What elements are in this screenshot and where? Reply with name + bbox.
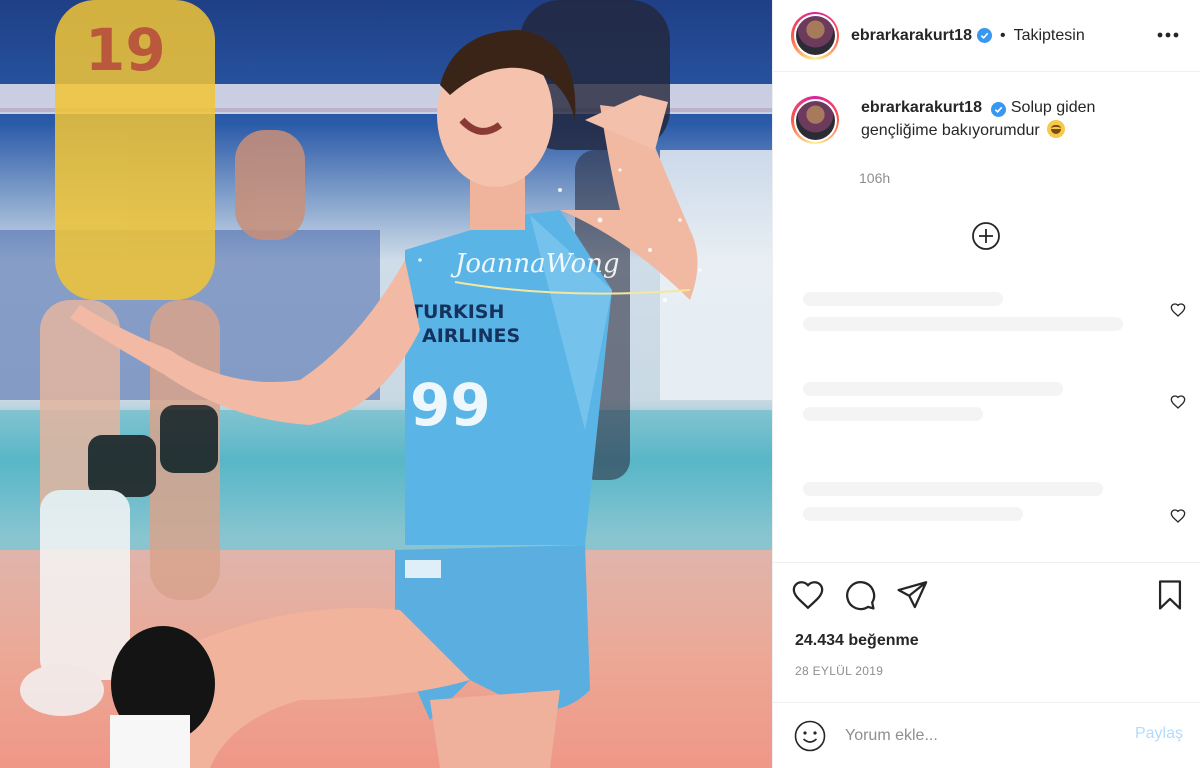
grinning-sweat-emoji-icon [1047, 120, 1066, 138]
instagram-post: 19 TURKISH AIRLINES 99 JoannaWong ebrark… [0, 0, 1200, 768]
jersey-number: 99 [410, 371, 491, 439]
avatar[interactable] [791, 11, 839, 60]
caption-time-ago[interactable]: 106h [859, 170, 890, 186]
header-username[interactable]: ebrarkarakurt18 [851, 27, 972, 45]
action-bar [773, 562, 1200, 622]
paper-plane-icon[interactable] [895, 578, 929, 612]
comments-area [783, 262, 1191, 562]
post-comment-button[interactable]: Paylaş [1135, 725, 1183, 743]
background-jersey-number: 19 [85, 16, 166, 84]
post-side-panel: ebrarkarakurt18 • Takiptesin ebrarkaraku… [772, 0, 1200, 768]
heart-icon[interactable] [791, 578, 825, 612]
comment-like-heart-icon[interactable] [1170, 302, 1186, 318]
caption-username[interactable]: ebrarkarakurt18 [861, 99, 982, 116]
header-separator: • [999, 26, 1006, 44]
more-options-icon[interactable] [1155, 22, 1181, 48]
faded-comment-ghosts [803, 292, 1123, 521]
post-header: ebrarkarakurt18 • Takiptesin [773, 0, 1200, 72]
comment-input[interactable] [845, 721, 1115, 751]
plus-circle-icon[interactable] [971, 221, 1001, 251]
bookmark-icon[interactable] [1153, 578, 1187, 612]
comment-like-heart-icon[interactable] [1170, 394, 1186, 410]
caption-avatar[interactable] [791, 96, 839, 144]
smiley-icon[interactable] [793, 719, 827, 753]
jersey-sponsor-line1: TURKISH [410, 301, 504, 323]
post-date[interactable]: 28 EYLÜL 2019 [795, 664, 883, 678]
verified-badge-icon [991, 102, 1007, 117]
watermark: JoannaWong [450, 249, 620, 279]
verified-badge-icon [976, 28, 992, 43]
comment-like-heart-icon[interactable] [1170, 508, 1186, 524]
jersey-sponsor-line2: AIRLINES [422, 325, 520, 347]
comment-icon[interactable] [843, 578, 877, 612]
comment-bar: Paylaş [773, 702, 1200, 768]
follow-status-button[interactable]: Takiptesin [1014, 27, 1085, 45]
photo-illustration: 19 TURKISH AIRLINES 99 JoannaWong [0, 0, 772, 768]
post-photo[interactable]: 19 TURKISH AIRLINES 99 JoannaWong [0, 0, 772, 768]
likes-count[interactable]: 24.434 beğenme [795, 632, 919, 650]
caption-body: ebrarkarakurt18 Solup giden gençliğime b… [861, 96, 1161, 144]
caption: ebrarkarakurt18 Solup giden gençliğime b… [791, 96, 1181, 144]
